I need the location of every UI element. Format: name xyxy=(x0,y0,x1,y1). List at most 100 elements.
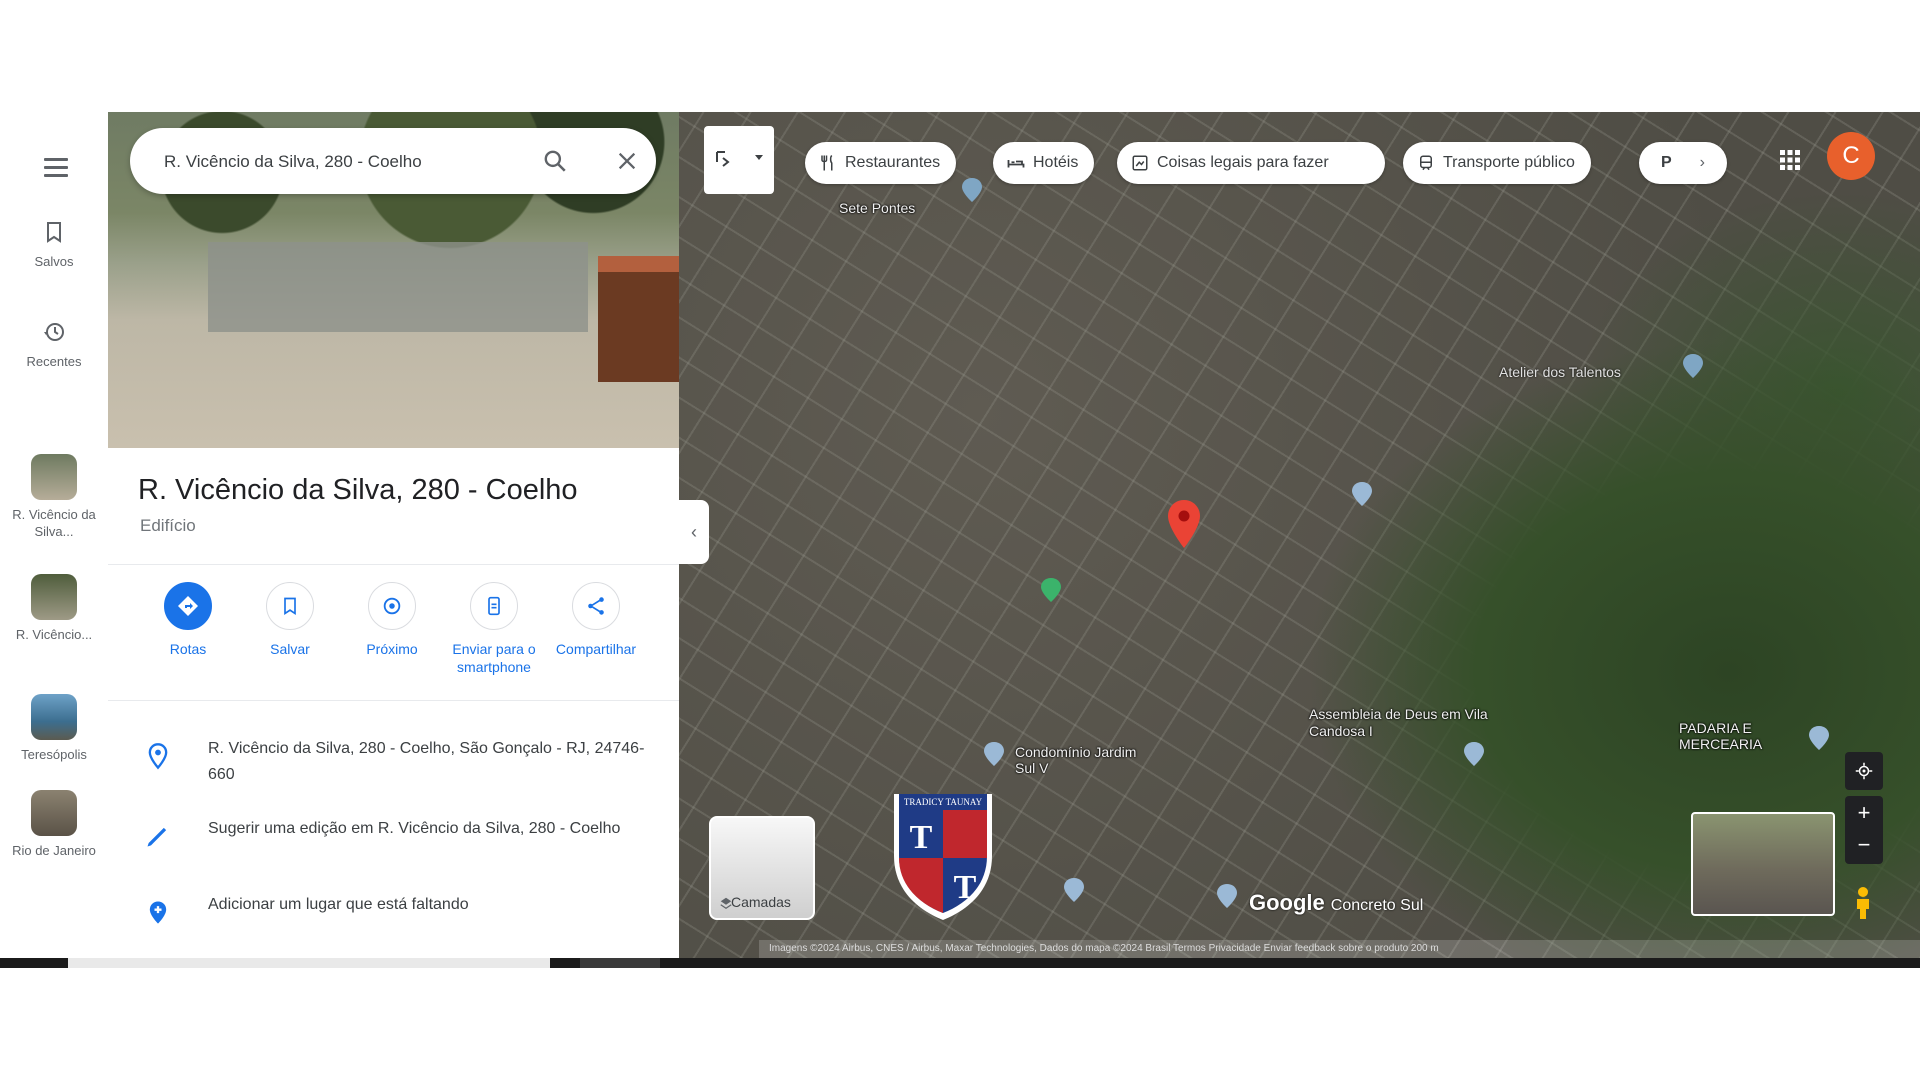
divider xyxy=(108,700,679,701)
park-marker-icon[interactable] xyxy=(1041,578,1061,602)
caret-down-icon xyxy=(755,155,763,160)
google-logo: Google Concreto Sul xyxy=(1249,890,1424,915)
satellite-map[interactable]: ‹ Restaurantes Hotéis Coisas legais para… xyxy=(679,112,1920,960)
action-label: Próximo xyxy=(366,641,418,657)
zoom-out-button[interactable]: − xyxy=(1845,830,1883,864)
rail-history-item-4[interactable]: Rio de Janeiro xyxy=(0,790,108,859)
collapse-panel-button[interactable]: ‹ xyxy=(679,500,709,564)
map-label: Sete Pontes xyxy=(839,200,916,216)
minus-icon: − xyxy=(1857,832,1871,857)
left-rail: Salvos Recentes R. Vicêncio da Silva... … xyxy=(0,112,109,960)
poi-marker-icon[interactable] xyxy=(962,178,982,202)
chip-label: P xyxy=(1661,154,1672,171)
map-label: PADARIA E MERCEARIA xyxy=(1679,720,1763,752)
history-label: Teresópolis xyxy=(21,747,87,762)
chip-label: Transporte público xyxy=(1443,154,1575,171)
rail-history-item-2[interactable]: R. Vicêncio... xyxy=(0,574,108,643)
map-label: Condomínio Jardim Sul V xyxy=(1015,744,1137,776)
rail-recent[interactable]: Recentes xyxy=(0,320,108,370)
layers-label: Camadas xyxy=(731,894,791,910)
chip-transit[interactable]: Transporte público xyxy=(1403,142,1591,184)
chip-hotels[interactable]: Hotéis xyxy=(993,142,1095,184)
poi-marker-icon[interactable] xyxy=(1064,878,1084,902)
close-icon[interactable] xyxy=(616,150,638,172)
chip-label: Coisas legais para fazer xyxy=(1157,154,1329,171)
rail-history-item-1[interactable]: R. Vicêncio da Silva... xyxy=(0,454,108,540)
history-thumbnail xyxy=(31,694,77,740)
restaurant-icon xyxy=(821,154,833,171)
history-label: R. Vicêncio da Silva... xyxy=(12,507,96,539)
my-location-button[interactable] xyxy=(1845,752,1883,790)
search-icon[interactable] xyxy=(542,148,568,174)
svg-text:TRADICY TAUNAY: TRADICY TAUNAY xyxy=(904,797,983,807)
bookmark-icon xyxy=(47,222,61,243)
send-to-phone-button[interactable]: Enviar para o smartphone xyxy=(440,582,548,676)
share-button[interactable]: Compartilhar xyxy=(542,582,650,658)
map-label: Atelier dos Talentos xyxy=(1499,364,1621,380)
chip-attractions[interactable]: Coisas legais para fazer xyxy=(1117,142,1385,184)
plus-icon: + xyxy=(1857,800,1871,825)
location-pin-icon xyxy=(148,743,168,770)
divider xyxy=(108,564,679,565)
chevron-right-icon[interactable]: › xyxy=(1700,154,1705,172)
history-thumbnail xyxy=(31,454,77,500)
address-text: R. Vicêncio da Silva, 280 - Coelho, São … xyxy=(208,740,645,783)
bookmark-icon xyxy=(266,582,314,630)
search-box xyxy=(130,128,656,194)
poi-marker-icon[interactable] xyxy=(1217,884,1237,908)
poi-marker-icon[interactable] xyxy=(1809,726,1829,750)
add-location-icon xyxy=(149,901,167,924)
search-input[interactable] xyxy=(162,144,526,180)
nearby-button[interactable]: Próximo xyxy=(338,582,446,658)
nearby-icon xyxy=(368,582,416,630)
pegman-icon[interactable] xyxy=(1851,886,1875,920)
map-label: Assembleia de Deus em Vila Candosa I xyxy=(1309,706,1488,739)
apps-grid-icon[interactable] xyxy=(1778,148,1802,172)
place-panel: R. Vicêncio da Silva, 280 - Coelho Edifí… xyxy=(108,112,679,960)
poi-marker-icon[interactable] xyxy=(1464,742,1484,766)
place-category[interactable]: Edifício xyxy=(140,516,196,536)
layers-button[interactable]: Camadas xyxy=(709,816,815,920)
map-label: Concreto Sul xyxy=(1330,897,1424,914)
street-view-thumbnail[interactable] xyxy=(1691,812,1835,916)
transit-icon xyxy=(1420,155,1432,171)
share-icon xyxy=(572,582,620,630)
history-icon xyxy=(44,323,64,341)
attractions-icon xyxy=(1132,155,1148,171)
tradicy-taunay-shield-logo: TRADICY TAUNAY T T xyxy=(894,794,992,920)
my-location-icon xyxy=(1855,762,1873,780)
chip-label: Hotéis xyxy=(1033,154,1079,171)
suggest-edit-text: Sugerir uma edição em R. Vicêncio da Sil… xyxy=(208,820,621,837)
history-thumbnail xyxy=(31,790,77,836)
menu-icon[interactable] xyxy=(44,158,68,182)
place-title: R. Vicêncio da Silva, 280 - Coelho xyxy=(138,474,578,506)
zoom-in-button[interactable]: + xyxy=(1845,796,1883,830)
action-label: Enviar para o smartphone xyxy=(452,641,536,675)
selected-place-pin-icon[interactable] xyxy=(1167,500,1201,548)
chip-restaurants[interactable]: Restaurantes xyxy=(805,142,957,184)
directions-layer-icon xyxy=(716,151,730,167)
maps-window: Salvos Recentes R. Vicêncio da Silva... … xyxy=(0,112,1920,960)
action-row: Rotas Salvar Próximo Enviar para o smart… xyxy=(108,582,679,712)
map-type-button[interactable] xyxy=(704,126,774,194)
save-button[interactable]: Salvar xyxy=(236,582,344,658)
hotel-icon xyxy=(1007,160,1025,168)
svg-text:T: T xyxy=(910,819,933,856)
chip-parking[interactable]: P › xyxy=(1639,142,1727,184)
taskbar-strip xyxy=(0,958,1920,968)
add-place-text: Adicionar um lugar que está faltando xyxy=(208,896,469,913)
svg-text:T: T xyxy=(954,869,977,906)
rail-history-item-3[interactable]: Teresópolis xyxy=(0,694,108,763)
photo-wall xyxy=(208,242,588,332)
poi-marker-icon[interactable] xyxy=(984,742,1004,766)
directions-button[interactable]: Rotas xyxy=(134,582,242,658)
chevron-left-icon: ‹ xyxy=(691,521,697,542)
chip-label: Restaurantes xyxy=(845,154,941,171)
poi-marker-icon[interactable] xyxy=(1352,482,1372,506)
map-attribution[interactable]: Imagens ©2024 Airbus, CNES / Airbus, Max… xyxy=(759,940,1920,958)
account-avatar[interactable]: C xyxy=(1827,132,1875,180)
rail-saved-label: Salvos xyxy=(34,254,74,269)
rail-saved[interactable]: Salvos xyxy=(0,220,108,270)
history-thumbnail xyxy=(31,574,77,620)
poi-marker-icon[interactable] xyxy=(1683,354,1703,378)
